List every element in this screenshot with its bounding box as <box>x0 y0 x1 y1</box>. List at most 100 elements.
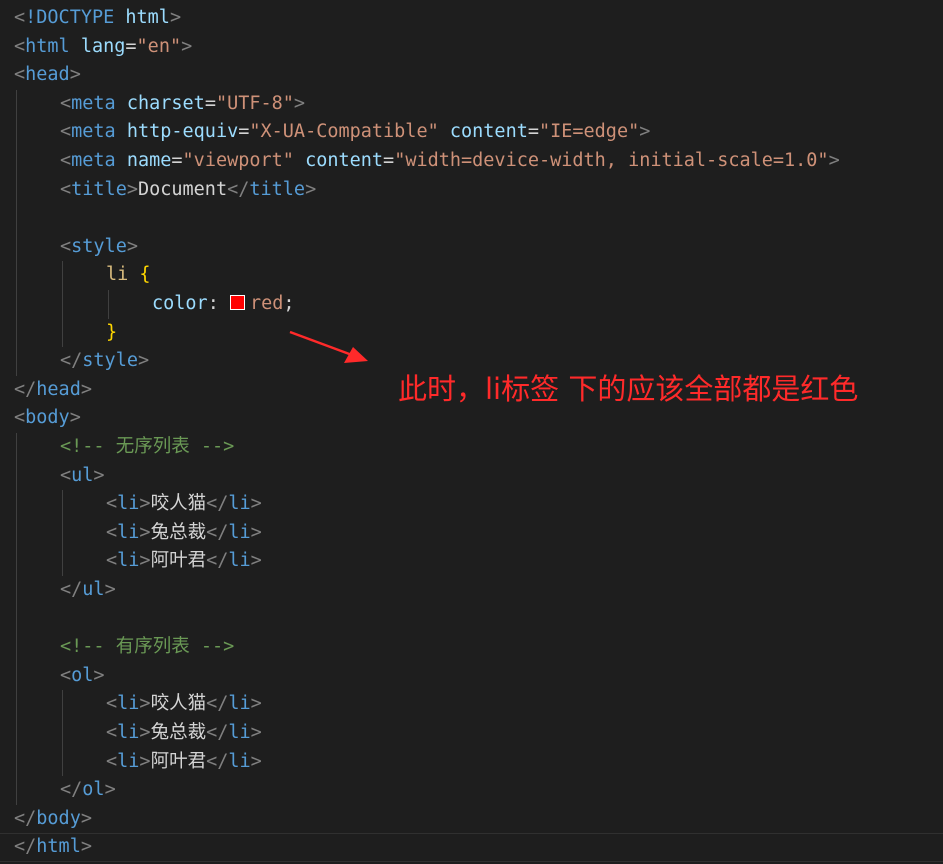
code-line[interactable]: <title>Document</title> <box>0 176 943 205</box>
code-line-content: <head> <box>14 61 81 90</box>
code-token: = <box>383 150 395 171</box>
code-token: < <box>14 407 26 429</box>
code-token: li <box>117 493 140 515</box>
code-line[interactable]: <li>咬人猫</li> <box>0 490 943 519</box>
code-line[interactable]: <ul> <box>0 462 943 491</box>
code-token: body <box>36 807 81 829</box>
code-token: < <box>60 178 72 200</box>
code-line[interactable]: <ol> <box>0 662 943 691</box>
code-token: li <box>228 722 251 743</box>
code-line[interactable] <box>0 204 943 233</box>
code-editor[interactable]: <!DOCTYPE html> <html lang="en"> <head> <me… <box>0 0 943 864</box>
code-line[interactable]: </ol> <box>0 776 943 805</box>
code-line-content: <!DOCTYPE html> <box>14 4 181 33</box>
code-line[interactable]: color: red; <box>0 290 943 319</box>
code-token: title <box>71 178 127 200</box>
code-line[interactable]: </html> <box>0 833 943 862</box>
code-line-content: <!-- 有序列表 --> <box>60 633 234 662</box>
code-token: "IE=edge" <box>538 121 640 143</box>
code-token: style <box>71 235 127 257</box>
code-line[interactable]: <li>咬人猫</li> <box>0 690 943 719</box>
arrow-icon <box>289 330 368 363</box>
code-line[interactable]: <li>兔总裁</li> <box>0 519 943 548</box>
code-token: Document <box>137 178 228 200</box>
code-token: < <box>60 150 72 171</box>
code-line[interactable]: <li>兔总裁</li> <box>0 719 943 748</box>
code-line[interactable]: <!-- 无序列表 --> <box>0 433 943 462</box>
list-item-text: 兔总裁 <box>150 521 207 543</box>
code-token: http-equiv <box>126 121 239 143</box>
code-line[interactable]: <meta http-equiv="X-UA-Compatible" conte… <box>0 118 943 147</box>
code-token: } <box>106 321 118 343</box>
code-line[interactable]: <body> <box>0 404 943 433</box>
code-token: html <box>25 35 70 57</box>
code-token: : <box>207 293 230 314</box>
code-line-content: <li>咬人猫</li> <box>106 490 262 519</box>
code-token: </ <box>60 579 83 600</box>
color-swatch-icon <box>229 295 245 310</box>
code-line[interactable]: <head> <box>0 61 943 90</box>
code-line-content: <li>阿叶君</li> <box>106 748 262 777</box>
code-line[interactable]: } <box>0 319 943 348</box>
code-token: > <box>104 779 116 801</box>
code-line[interactable]: <!-- 有序列表 --> <box>0 633 943 662</box>
code-line-content: <li>兔总裁</li> <box>106 519 262 548</box>
code-line[interactable]: <!DOCTYPE html> <box>0 4 943 33</box>
code-line[interactable]: <li>阿叶君</li> <box>0 547 943 576</box>
code-line[interactable]: <li>阿叶君</li> <box>0 748 943 777</box>
code-token: <!-- 无序列表 --> <box>60 436 235 457</box>
annotation-text: 此时，li标签 下的应该全部都是红色 <box>398 372 859 406</box>
code-token: meta <box>71 121 116 143</box>
code-line-content: <li>兔总裁</li> <box>106 719 262 748</box>
code-line[interactable]: li { <box>0 261 943 290</box>
code-token: </ <box>206 493 229 515</box>
code-line[interactable] <box>0 605 943 634</box>
code-token: meta <box>71 92 116 114</box>
code-token: </ <box>227 178 250 200</box>
code-token: color <box>152 293 208 314</box>
code-line-content: <title>Document</title> <box>60 176 316 205</box>
code-token: </ <box>14 378 37 400</box>
code-line[interactable]: </body> <box>0 805 943 834</box>
list-item-text: 兔总裁 <box>150 722 207 743</box>
code-token: < <box>106 493 118 515</box>
code-token: > <box>293 92 306 114</box>
code-line-content: <body> <box>14 404 81 433</box>
code-token: > <box>139 493 151 515</box>
code-token: li <box>117 750 140 772</box>
code-token: > <box>69 407 81 429</box>
code-token: > <box>250 550 262 572</box>
code-token: <!-- 有序列表 --> <box>60 636 235 658</box>
code-token: ul <box>71 464 94 486</box>
code-token: < <box>106 550 118 572</box>
code-token: li <box>117 550 140 572</box>
code-token: li <box>117 693 140 715</box>
list-item-text: 阿叶君 <box>150 750 207 772</box>
code-token: "viewport" <box>182 150 294 171</box>
code-token: > <box>250 722 262 743</box>
code-line[interactable]: <html lang="en"> <box>0 33 943 62</box>
code-token: { <box>139 264 151 286</box>
code-token: lang <box>80 35 126 57</box>
code-token: = <box>238 121 250 143</box>
code-line[interactable]: <meta name="viewport" content="width=dev… <box>0 147 943 176</box>
code-line[interactable]: <style> <box>0 233 943 262</box>
code-line-content: <meta charset="UTF-8"> <box>60 90 305 119</box>
code-token: > <box>139 722 151 743</box>
code-line-content: li { <box>106 261 151 290</box>
code-token: !DOCTYPE <box>25 7 115 28</box>
code-line-content: </body> <box>14 805 92 834</box>
code-token: = <box>125 35 137 57</box>
code-token: < <box>60 464 72 486</box>
code-token: li <box>117 521 140 543</box>
code-line[interactable]: </ul> <box>0 576 943 605</box>
code-line[interactable]: <meta charset="UTF-8"> <box>0 90 943 119</box>
code-token: html <box>36 836 81 858</box>
code-token: content <box>449 121 528 143</box>
code-token: < <box>14 35 26 57</box>
code-token: "width=device-width, initial-scale=1.0" <box>394 150 829 171</box>
code-token: > <box>639 121 651 143</box>
code-token: title <box>249 178 306 200</box>
